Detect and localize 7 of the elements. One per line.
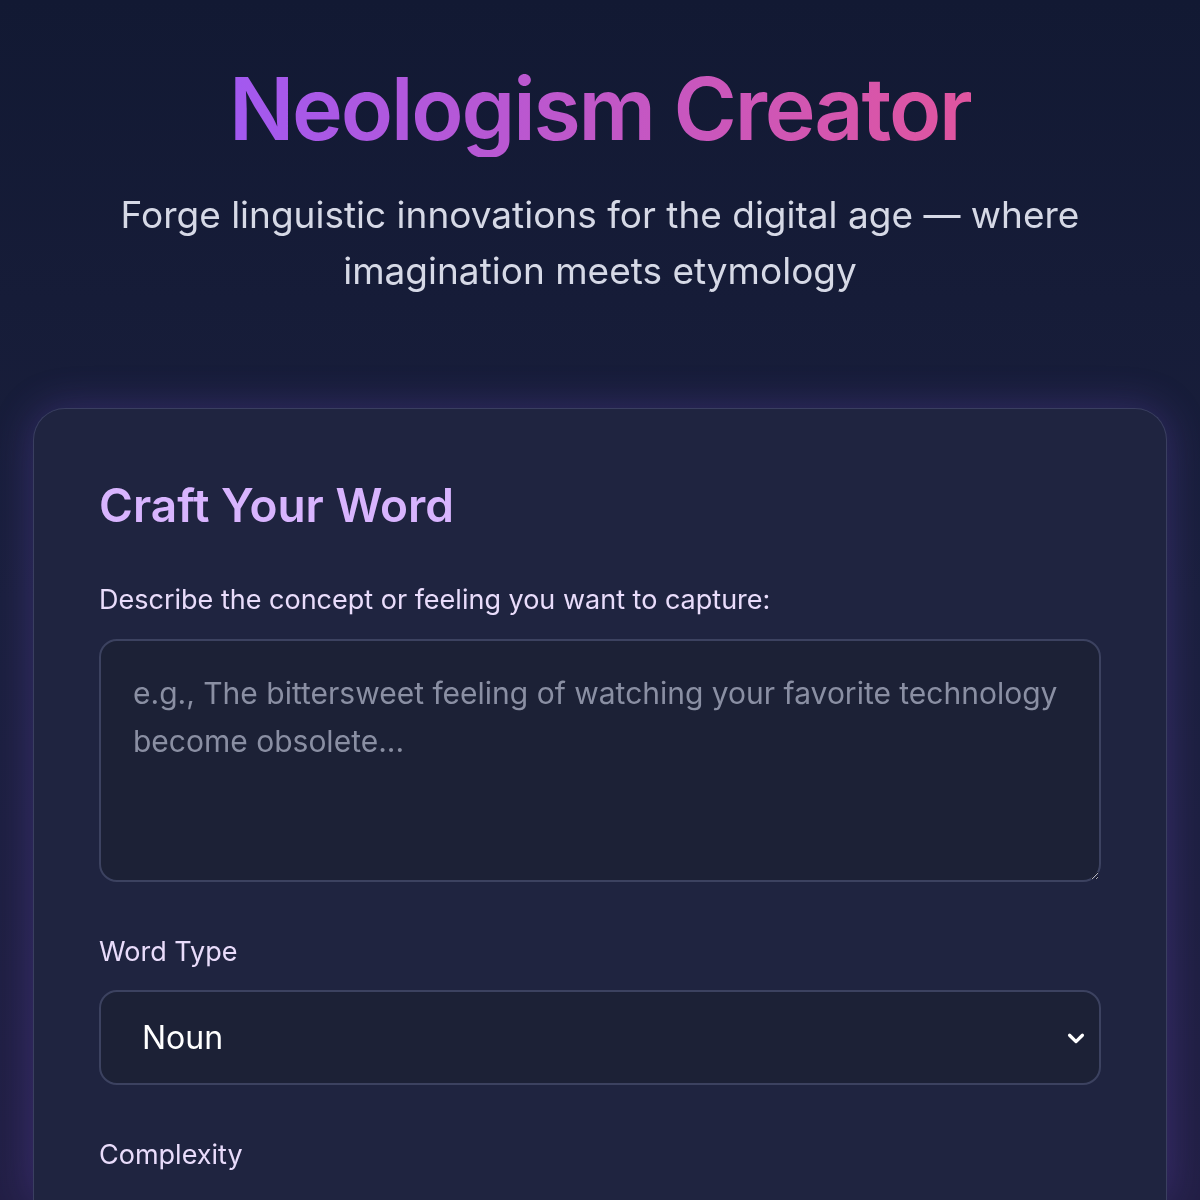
concept-field[interactable]: e.g., The bittersweet feeling of watching your favorite technology become obsolete... (99, 638, 1101, 882)
concept-label: Describe the concept or feeling you want to capture: (99, 582, 771, 619)
card-heading: Craft Your Word (99, 476, 454, 535)
page-subtitle: Forge linguistic innovations for the digital age — where imagination meets etymology (119, 190, 1081, 295)
word-type-select[interactable]: Noun (99, 990, 1101, 1086)
complexity-label: Complexity (99, 1137, 243, 1174)
word-type-label: Word Type (99, 933, 238, 970)
